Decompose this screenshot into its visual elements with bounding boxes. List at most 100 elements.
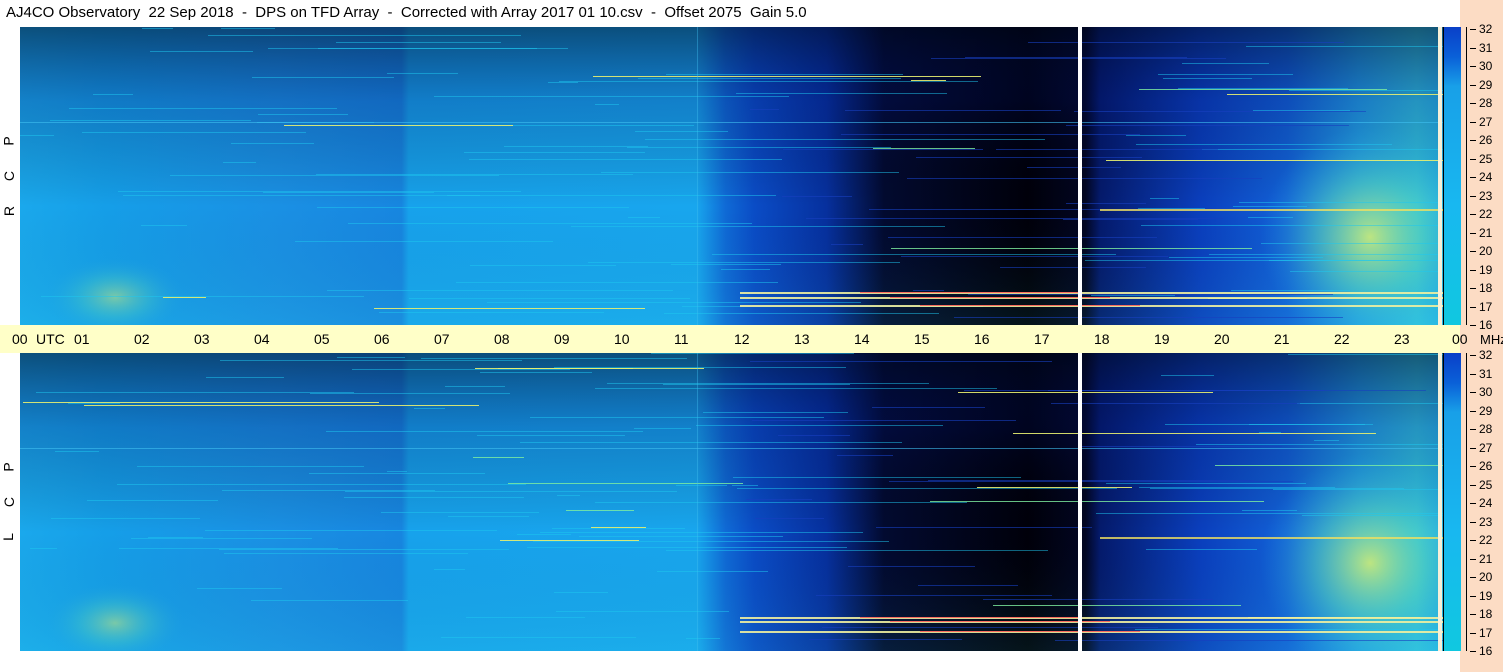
utc-tick-label: 10 bbox=[614, 331, 630, 347]
rcp-spectrogram bbox=[20, 27, 1460, 325]
frequency-tick bbox=[1470, 103, 1476, 104]
frequency-tick bbox=[1470, 632, 1476, 634]
frequency-tick bbox=[1470, 558, 1476, 560]
frequency-tick bbox=[1470, 306, 1476, 308]
utc-tick-label: 15 bbox=[914, 331, 930, 347]
frequency-tick-label: 30 bbox=[1479, 59, 1493, 73]
frequency-tick-label: 25 bbox=[1479, 477, 1493, 492]
frequency-tick-label: 18 bbox=[1479, 281, 1493, 295]
polarization-letter: P bbox=[0, 136, 17, 146]
utc-tick-label: 00 bbox=[12, 331, 28, 347]
frequency-tick bbox=[1470, 251, 1476, 252]
frequency-tick-label: 24 bbox=[1479, 170, 1493, 184]
frequency-tick-label: 16 bbox=[1479, 644, 1493, 658]
frequency-tick-label: 32 bbox=[1479, 348, 1493, 362]
frequency-tick-label: 24 bbox=[1479, 496, 1493, 510]
utc-tick-label: 13 bbox=[794, 331, 810, 347]
utc-tick-label: 19 bbox=[1154, 331, 1170, 347]
frequency-tick bbox=[1470, 29, 1476, 30]
utc-tick-label: 01 bbox=[74, 331, 90, 347]
frequency-tick bbox=[1470, 540, 1476, 541]
frequency-tick-label: 19 bbox=[1479, 262, 1493, 277]
polarization-letter: C bbox=[1, 170, 18, 182]
frequency-tick bbox=[1470, 651, 1476, 652]
frequency-tick bbox=[1470, 614, 1476, 615]
bottom-margin bbox=[0, 651, 1460, 672]
utc-tick-label: 04 bbox=[254, 331, 270, 347]
frequency-tick bbox=[1470, 521, 1476, 523]
utc-tick-label: 12 bbox=[734, 331, 750, 347]
utc-tick-label: 09 bbox=[554, 331, 570, 347]
frequency-tick bbox=[1470, 214, 1476, 215]
frequency-tick bbox=[1470, 325, 1476, 326]
frequency-tick-label: 31 bbox=[1479, 366, 1493, 381]
frequency-tick bbox=[1470, 373, 1476, 375]
frequency-tick bbox=[1470, 447, 1476, 449]
utc-tick-label: 05 bbox=[314, 331, 330, 347]
frequency-tick bbox=[1470, 503, 1476, 504]
utc-axis-unit: UTC bbox=[36, 331, 65, 347]
frequency-tick bbox=[1470, 66, 1476, 67]
utc-tick-label: 06 bbox=[374, 331, 390, 347]
frequency-tick bbox=[1470, 158, 1476, 160]
utc-tick-label: 22 bbox=[1334, 331, 1350, 347]
polarization-letter: R bbox=[1, 205, 18, 217]
chart-title: AJ4CO Observatory 22 Sep 2018 - DPS on T… bbox=[6, 4, 807, 21]
utc-time-axis: 00 01 02 03 04 05 06 07 08 09 10 11 12 13 14 15 16 17 18 19… bbox=[0, 325, 1468, 353]
utc-tick-label: 23 bbox=[1394, 331, 1410, 347]
rcp-color-scale bbox=[1443, 27, 1461, 325]
utc-tick-label: 00 bbox=[1452, 331, 1468, 347]
frequency-tick-label: 19 bbox=[1479, 588, 1493, 603]
frequency-tick-label: 22 bbox=[1479, 207, 1493, 221]
frequency-tick-label: 27 bbox=[1479, 440, 1493, 455]
frequency-tick bbox=[1470, 595, 1476, 597]
frequency-axis-line bbox=[1466, 353, 1467, 651]
polarization-letter: L bbox=[0, 533, 16, 541]
frequency-tick-label: 31 bbox=[1479, 40, 1493, 55]
frequency-tick-label: 30 bbox=[1479, 385, 1493, 399]
frequency-tick bbox=[1470, 84, 1476, 86]
frequency-tick-label: 25 bbox=[1479, 151, 1493, 166]
polarization-letter: C bbox=[1, 496, 18, 508]
frequency-tick bbox=[1470, 269, 1476, 271]
lcp-spectrogram-panel bbox=[20, 353, 1460, 651]
frequency-tick-label: 28 bbox=[1479, 96, 1493, 110]
frequency-tick-label: 20 bbox=[1479, 244, 1493, 258]
frequency-tick-label: 29 bbox=[1479, 77, 1493, 92]
frequency-tick-label: 28 bbox=[1479, 422, 1493, 436]
frequency-tick bbox=[1470, 392, 1476, 393]
frequency-tick-label: 16 bbox=[1479, 318, 1493, 332]
frequency-tick-label: 26 bbox=[1479, 133, 1493, 147]
rcp-spectrogram-panel bbox=[20, 27, 1460, 325]
utc-tick-label: 21 bbox=[1274, 331, 1290, 347]
polarization-letter: P bbox=[0, 462, 17, 472]
frequency-tick bbox=[1470, 140, 1476, 141]
utc-tick-label: 17 bbox=[1034, 331, 1050, 347]
frequency-tick-label: 23 bbox=[1479, 514, 1493, 529]
utc-tick-label: 20 bbox=[1214, 331, 1230, 347]
frequency-tick-label: 17 bbox=[1479, 625, 1493, 640]
utc-tick-label: 18 bbox=[1094, 331, 1110, 347]
frequency-tick-label: 23 bbox=[1479, 188, 1493, 203]
frequency-tick-label: 17 bbox=[1479, 299, 1493, 314]
frequency-tick bbox=[1470, 177, 1476, 178]
frequency-tick-label: 18 bbox=[1479, 607, 1493, 621]
frequency-tick-label: 22 bbox=[1479, 533, 1493, 547]
utc-tick-label: 11 bbox=[674, 331, 689, 347]
frequency-tick bbox=[1470, 429, 1476, 430]
frequency-tick bbox=[1470, 355, 1476, 356]
utc-tick-label: 07 bbox=[434, 331, 450, 347]
utc-tick-label: 08 bbox=[494, 331, 510, 347]
utc-tick-label: 14 bbox=[854, 331, 870, 347]
frequency-tick bbox=[1470, 47, 1476, 49]
frequency-tick bbox=[1470, 484, 1476, 486]
utc-tick-label: 16 bbox=[974, 331, 990, 347]
frequency-tick bbox=[1470, 195, 1476, 197]
frequency-tick-label: 29 bbox=[1479, 403, 1493, 418]
frequency-tick bbox=[1470, 232, 1476, 234]
frequency-tick bbox=[1470, 121, 1476, 123]
frequency-tick bbox=[1470, 577, 1476, 578]
frequency-axis-unit: MHz bbox=[1480, 332, 1503, 347]
lcp-spectrogram bbox=[20, 353, 1460, 651]
frequency-tick-label: 20 bbox=[1479, 570, 1493, 584]
